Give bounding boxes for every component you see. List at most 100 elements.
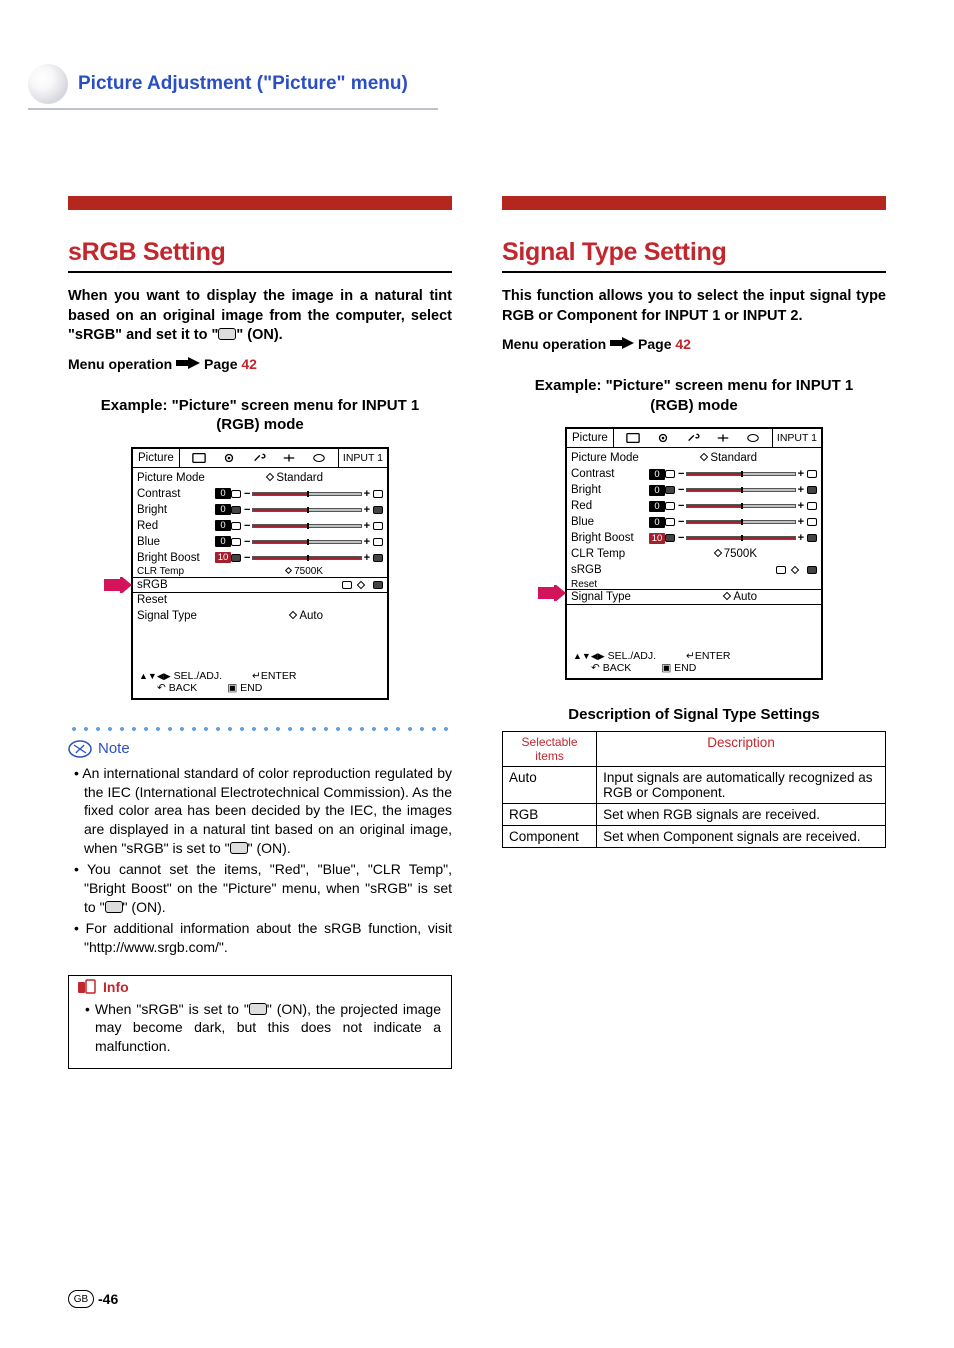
knob-icon [807,534,817,542]
slider: −+ [244,552,370,564]
table-header-row: Selectable items Description [503,732,886,767]
row-label: Blue [571,516,649,528]
footer-end: ▣ END [661,662,696,674]
knob-icon [665,486,675,494]
row-value: 10 [215,552,231,563]
picture-mode-label: Picture Mode [571,452,649,464]
row-value: 0 [215,488,231,499]
slider: −+ [678,500,804,512]
on-icon [249,1003,267,1015]
dotted-divider [68,726,452,732]
pointer-arrow-icon [104,577,132,593]
row-value: 0 [649,469,665,480]
menu-op-label: Menu operation [502,336,606,352]
slider: −+ [244,504,370,516]
right-column: Signal Type Setting This function allows… [502,196,886,1069]
reset-label: Reset [571,579,649,590]
page-footer: GB -46 [68,1290,118,1308]
knob-icon [665,518,675,526]
knob-icon [807,502,817,510]
header-orb [28,64,68,104]
page-title: Picture Adjustment ("Picture" menu) [78,73,408,95]
row-label: Red [137,520,215,532]
header-underline [28,108,438,110]
signal-type-label: Signal Type [571,591,649,603]
row-value: 0 [649,517,665,528]
osd-footer: ▲▼◀▶ SEL./ADJ. ↵ENTER ↶ BACK ▣ END [133,666,387,698]
row-value: 10 [649,533,665,544]
footer-enter: ↵ENTER [686,650,730,662]
table-row: RGBSet when RGB signals are received. [503,804,886,826]
row-label: Contrast [571,468,649,480]
screen-icon [626,432,640,444]
note-item: You cannot set the items, "Red", "Blue",… [74,860,452,917]
knob-icon [231,554,241,562]
tools2-icon [282,452,296,464]
table-cell-item: RGB [503,804,597,826]
section-title-srgb: sRGB Setting [68,238,452,267]
note-list: An international standard of color repro… [68,764,452,957]
srgb-intro: When you want to display the image in a … [68,287,452,346]
page-link[interactable]: 42 [241,356,257,372]
row-value: 0 [215,536,231,547]
menu-operation-line: Menu operation Page 42 [502,336,886,352]
arrow-icon [176,356,204,372]
page-label: Page [638,336,671,352]
knob-icon [665,470,675,478]
osd-body: Picture Mode Standard Contrast0−+ Bright… [133,468,387,666]
lang-icon [312,452,326,464]
knob-icon [231,522,241,530]
osd-tab-picture: Picture [567,429,614,447]
tools2-icon [716,432,730,444]
clr-temp-value: 7500K [715,548,817,560]
row-value: 0 [649,501,665,512]
row-label: Contrast [137,488,215,500]
title-underline [68,271,452,273]
gear-icon [656,432,670,444]
signal-type-table-title: Description of Signal Type Settings [502,706,886,723]
osd-body: Picture Mode Standard Contrast0−+ Bright… [567,448,821,646]
osd-row-reset: Reset [137,592,383,608]
osd-row-contrast: Contrast0−+ [571,466,817,482]
osd-row-bright: Bright0−+ [137,502,383,518]
note-item: An international standard of color repro… [74,764,452,858]
knob-icon [665,502,675,510]
row-label: Blue [137,536,215,548]
row-label: Bright Boost [571,532,649,544]
menu-op-label: Menu operation [68,356,172,372]
table-cell-desc: Set when Component signals are received. [597,826,886,848]
osd-row-bright-boost: Bright Boost10−+ [137,550,383,566]
row-value: 0 [215,504,231,515]
osd-row-contrast: Contrast0 −+ [137,486,383,502]
info-icon [77,979,97,995]
slider: −+ [244,536,370,548]
page-link[interactable]: 42 [675,336,691,352]
clr-temp-label: CLR Temp [137,566,215,577]
slider: −+ [244,488,370,500]
page-header: Picture Adjustment ("Picture" menu) [28,64,408,104]
knob-icon [231,506,241,514]
reset-label: Reset [137,594,215,606]
table-head-items: Selectable items [503,732,597,767]
srgb-toggle-icons [776,566,817,574]
osd-row-red: Red0−+ [571,498,817,514]
signal-type-label: Signal Type [137,610,215,622]
osd-row-signal-type-highlighted: Signal TypeAuto [567,589,821,605]
table-cell-desc: Input signals are automatically recogniz… [597,767,886,804]
info-box: Info When "sRGB" is set to "" (ON), the … [68,975,452,1070]
arrow-icon [610,336,638,352]
note-item: For additional information about the sRG… [74,919,452,957]
info-item: When "sRGB" is set to "" (ON), the proje… [85,1000,441,1057]
info-header: Info [75,979,135,997]
note-icon [68,740,92,758]
knob-icon [373,522,383,530]
on-icon [218,328,236,340]
table-cell-item: Component [503,826,597,848]
clr-temp-label: CLR Temp [571,548,649,560]
example-caption: Example: "Picture" screen menu for INPUT… [518,376,870,415]
knob-icon [665,534,675,542]
osd-menu: Picture INPUT 1 Picture Mode Standard [565,427,823,680]
lang-icon [746,432,760,444]
srgb-label: sRGB [137,579,215,591]
osd-row-blue: Blue0 −+ [137,534,383,550]
